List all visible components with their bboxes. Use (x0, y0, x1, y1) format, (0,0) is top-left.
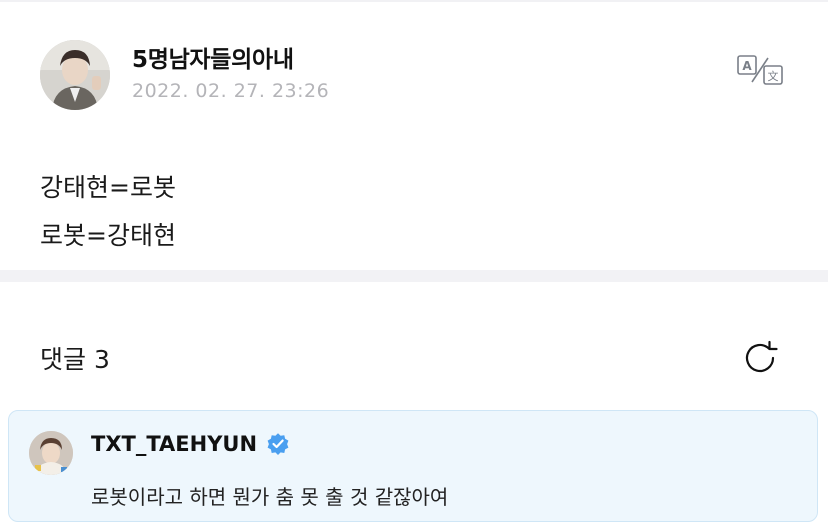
author-avatar[interactable] (40, 40, 110, 110)
comment-author-avatar[interactable] (29, 431, 73, 475)
svg-text:A: A (742, 59, 752, 73)
post-body: 강태현=로봇 로봇=강태현 (40, 164, 176, 260)
post-line: 로봇=강태현 (40, 221, 176, 250)
comment-text: 로봇이라고 하면 뭔가 춤 못 출 것 같잖아여 (91, 485, 449, 509)
comment-author[interactable]: TXT_TAEHYUN (91, 431, 291, 457)
svg-text:文: 文 (768, 69, 779, 83)
top-divider (0, 0, 828, 2)
post-line: 강태현=로봇 (40, 173, 176, 202)
comment-item-highlighted[interactable]: TXT_TAEHYUN 로봇이라고 하면 뭔가 춤 못 출 것 같잖아여 (8, 410, 818, 522)
refresh-comments-button[interactable] (738, 338, 782, 382)
comments-count-header: 댓글 3 (40, 345, 110, 374)
verified-badge-icon (265, 431, 291, 457)
refresh-icon (740, 338, 780, 382)
comment-author-name: TXT_TAEHYUN (91, 432, 258, 456)
post-timestamp: 2022. 02. 27. 23:26 (132, 80, 330, 102)
translate-button[interactable]: A 文 (736, 54, 786, 90)
post-author[interactable]: 5명남자들의아내 (132, 40, 294, 74)
section-divider (0, 270, 828, 282)
translate-icon: A 文 (736, 54, 786, 90)
